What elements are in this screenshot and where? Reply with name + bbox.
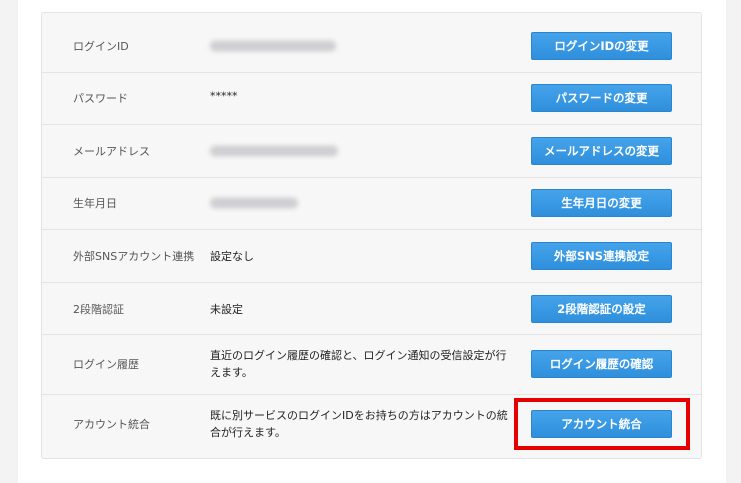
row-email: メールアドレス メールアドレスの変更 [42, 125, 701, 178]
account-merge-button[interactable]: アカウント統合 [531, 410, 672, 438]
password-label: パスワード [73, 92, 128, 105]
account-merge-description: 既に別サービスのログインIDをお持ちの方はアカウントの統合が行えます。 [210, 409, 508, 439]
login-history-button[interactable]: ログイン履歴の確認 [531, 350, 672, 378]
row-account-merge: アカウント統合 既に別サービスのログインIDをお持ちの方はアカウントの統合が行え… [42, 395, 701, 459]
two-factor-label: 2段階認証 [73, 303, 124, 316]
change-birthday-button[interactable]: 生年月日の変更 [531, 189, 672, 217]
sns-link-value: 設定なし [210, 250, 254, 263]
sns-link-label: 外部SNSアカウント連携 [73, 250, 195, 263]
birthday-label: 生年月日 [73, 197, 117, 210]
account-settings-panel: ログインID ログインIDの変更 パスワード ***** パスワードの変更 メー… [41, 12, 702, 459]
email-label: メールアドレス [73, 145, 150, 158]
login-history-label: ログイン履歴 [73, 358, 139, 371]
account-merge-label: アカウント統合 [73, 418, 150, 431]
change-password-button[interactable]: パスワードの変更 [531, 84, 672, 112]
row-birthday: 生年月日 生年月日の変更 [42, 178, 701, 230]
row-two-factor: 2段階認証 未設定 2段階認証の設定 [42, 283, 701, 335]
email-value-blurred [210, 145, 338, 157]
row-login-history: ログイン履歴 直近のログイン履歴の確認と、ログイン通知の受信設定が行えます。 ロ… [42, 335, 701, 395]
password-value: ***** [210, 89, 238, 103]
login-id-value-blurred [210, 40, 336, 52]
row-password: パスワード ***** パスワードの変更 [42, 73, 701, 125]
birthday-value-blurred [210, 197, 298, 209]
row-login-id: ログインID ログインIDの変更 [42, 13, 701, 73]
login-history-description: 直近のログイン履歴の確認と、ログイン通知の受信設定が行えます。 [210, 349, 507, 379]
sns-link-settings-button[interactable]: 外部SNS連携設定 [531, 242, 672, 270]
login-id-label: ログインID [73, 40, 129, 53]
change-login-id-button[interactable]: ログインIDの変更 [531, 32, 672, 60]
two-factor-settings-button[interactable]: 2段階認証の設定 [531, 295, 672, 323]
change-email-button[interactable]: メールアドレスの変更 [531, 137, 672, 165]
two-factor-value: 未設定 [210, 303, 243, 316]
row-sns-link: 外部SNSアカウント連携 設定なし 外部SNS連携設定 [42, 230, 701, 283]
